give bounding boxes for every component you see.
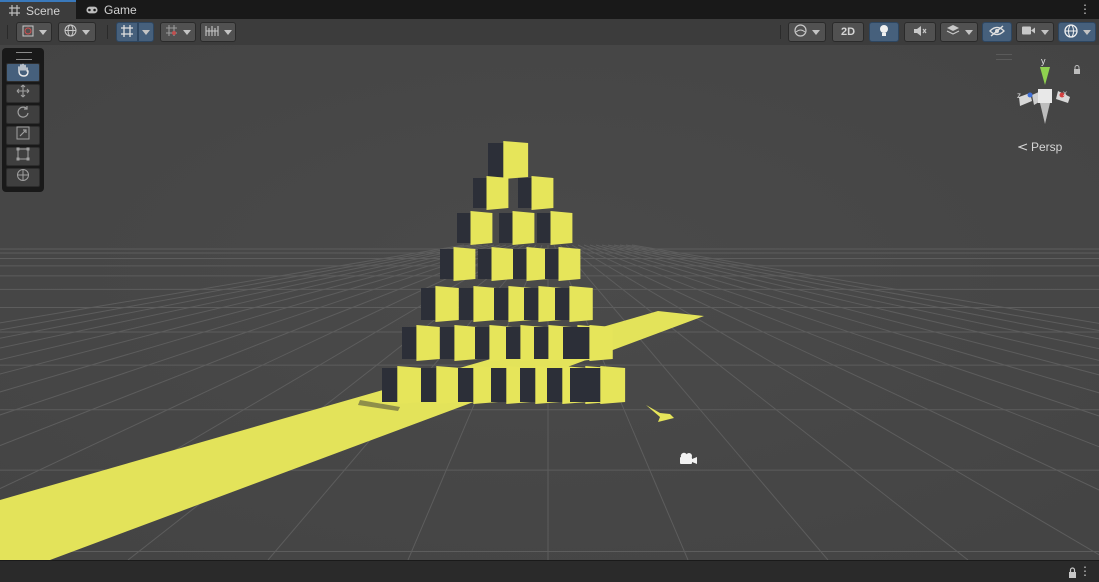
scene-visibility-button[interactable]: [982, 22, 1012, 42]
window-menu-icon[interactable]: ⋮: [1079, 2, 1091, 16]
speaker-muted-icon: [913, 25, 927, 40]
scene-toolbar: 2D: [0, 19, 1099, 46]
rect-icon: [16, 147, 30, 166]
camera-settings-dropdown[interactable]: [1016, 22, 1054, 42]
shading-mode-icon: [22, 25, 34, 40]
gizmo-z-label: z: [1017, 91, 1021, 100]
hand-tool-button[interactable]: [6, 63, 40, 82]
perspective-icon: [1017, 140, 1028, 154]
chevron-down-icon: [812, 29, 820, 35]
orientation-gizmo[interactable]: y z x: [1010, 55, 1080, 135]
y-axis-cone[interactable]: [1040, 67, 1050, 85]
tab-scene[interactable]: Scene: [0, 0, 76, 19]
globe-icon: [64, 24, 77, 40]
grid-icon: [8, 5, 20, 17]
grid-snap-icon: [120, 24, 134, 41]
layers-effects-icon: [946, 24, 960, 40]
projection-label: Persp: [1031, 140, 1063, 154]
rotate-icon: [16, 105, 30, 124]
overlay-drag-handle[interactable]: [16, 52, 32, 60]
move-arrows-icon: [16, 84, 30, 103]
status-bar: ⋮: [0, 560, 1099, 582]
scene-viewport[interactable]: [0, 45, 1099, 560]
transform-icon: [16, 168, 30, 187]
global-local-dropdown[interactable]: [58, 22, 96, 42]
unity-scene-window: Scene Game ⋮ 2D y z x Persp ⋮: [0, 0, 1099, 582]
toolbar-separator: [107, 25, 108, 39]
grid-snapping-dropdown[interactable]: [138, 22, 154, 42]
ruler-snap-dropdown[interactable]: [200, 22, 236, 42]
snap-increment-icon: [165, 24, 178, 40]
gizmo-center-cube[interactable]: [1038, 89, 1052, 103]
gizmos-dropdown[interactable]: [1058, 22, 1096, 42]
grid-snapping-button[interactable]: [116, 22, 138, 42]
chevron-down-icon: [142, 29, 150, 35]
eye-hidden-icon: [989, 24, 1005, 40]
gizmo-globe-icon: [1063, 23, 1078, 41]
effects-dropdown[interactable]: [940, 22, 978, 42]
audio-toggle-button[interactable]: [904, 22, 936, 42]
chevron-down-icon: [38, 29, 47, 35]
transform-tool-button[interactable]: [6, 168, 40, 187]
chevron-down-icon: [183, 29, 191, 35]
hand-icon: [16, 63, 30, 82]
gizmo-lock-icon[interactable]: [1073, 61, 1081, 79]
chevron-down-icon: [964, 29, 973, 35]
sphere-shading-icon: [794, 24, 807, 40]
toolbar-separator: [780, 25, 781, 39]
gizmo-y-label: y: [1041, 56, 1046, 66]
gamepad-icon: [86, 4, 98, 16]
tab-scene-label: Scene: [26, 3, 61, 18]
gizmo-x-label: x: [1063, 89, 1067, 98]
chevron-down-icon: [82, 29, 90, 35]
rotate-tool-button[interactable]: [6, 105, 40, 124]
tab-bar: Scene Game ⋮: [0, 0, 1099, 20]
neg-y-cone[interactable]: [1040, 103, 1050, 124]
projection-toggle[interactable]: Persp: [1017, 140, 1063, 154]
tools-overlay: [2, 48, 44, 192]
toggle-2d-button[interactable]: 2D: [832, 22, 864, 42]
lighting-toggle-button[interactable]: [869, 22, 899, 42]
chevron-down-icon: [1082, 29, 1091, 35]
scene-render: [0, 45, 1099, 560]
tab-game[interactable]: Game: [78, 0, 148, 19]
increment-snap-dropdown[interactable]: [160, 22, 196, 42]
move-tool-button[interactable]: [6, 84, 40, 103]
tab-game-label: Game: [104, 2, 137, 17]
chevron-down-icon: [1041, 29, 1049, 35]
shading-dropdown[interactable]: [788, 22, 826, 42]
lock-icon[interactable]: [1068, 565, 1077, 582]
rect-tool-button[interactable]: [6, 147, 40, 166]
scale-tool-button[interactable]: [6, 126, 40, 145]
toolbar-separator: [7, 25, 8, 39]
status-menu-icon[interactable]: ⋮: [1079, 564, 1091, 578]
draw-mode-dropdown[interactable]: [16, 22, 52, 42]
chevron-down-icon: [223, 29, 232, 35]
scale-icon: [16, 126, 30, 145]
ruler-icon: [204, 25, 219, 40]
video-camera-icon: [1021, 25, 1036, 39]
lightbulb-icon: [879, 24, 889, 40]
